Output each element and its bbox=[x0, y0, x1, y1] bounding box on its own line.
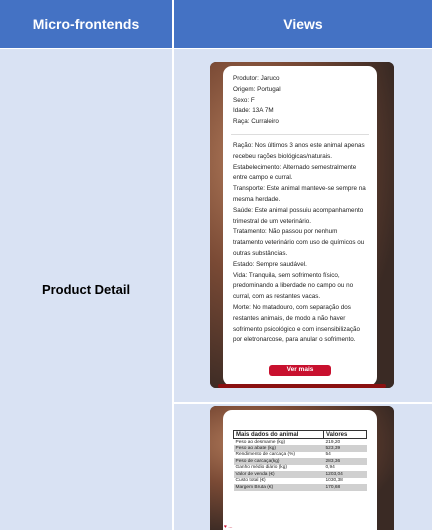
table-row: Margem Bruta (€) 170,68 bbox=[233, 484, 367, 491]
paragraph-tratamento: Tratamento: Não passou por nenhum tratam… bbox=[233, 228, 365, 257]
row-label-cell: Product Detail bbox=[0, 49, 173, 530]
product-detail-card: Produtor: Jaruco Origem: Portugal Sexo: … bbox=[223, 66, 377, 386]
view-cell-more-data: Mais dados do animal Valores Peso ao des… bbox=[174, 404, 432, 530]
table-header-value: Valores bbox=[323, 430, 367, 439]
more-data-card: Mais dados do animal Valores Peso ao des… bbox=[223, 410, 377, 530]
ver-mais-button[interactable]: Ver mais bbox=[269, 365, 331, 376]
phone-screenshot-detail: Produtor: Jaruco Origem: Portugal Sexo: … bbox=[210, 62, 394, 388]
header-micro-frontends: Micro-frontends bbox=[0, 0, 173, 48]
field-sexo: Sexo: F bbox=[233, 96, 255, 104]
button-wrap: Ver mais bbox=[223, 365, 377, 376]
partial-footer-text: ♥ ... bbox=[224, 524, 233, 530]
view-cell-product-detail: Produtor: Jaruco Origem: Portugal Sexo: … bbox=[174, 49, 432, 402]
field-idade: Idade: 13A 7M bbox=[233, 107, 274, 115]
paragraph-transporte: Transporte: Este animal manteve-se sempr… bbox=[233, 185, 366, 203]
field-produtor: Produtor: Jaruco bbox=[233, 75, 280, 82]
paragraph-vida: Vida: Tranquila, sem sofrimento físico, … bbox=[233, 271, 354, 301]
more-data-table: Mais dados do animal Valores Peso ao des… bbox=[233, 430, 367, 491]
table-header-label: Mais dados do animal bbox=[233, 430, 324, 439]
row-label: Margem Bruta (€) bbox=[233, 484, 324, 491]
phone-bottom-bar bbox=[218, 384, 386, 388]
paragraph-estabelecimento: Estabelecimento: Alternado semestralment… bbox=[233, 163, 357, 182]
paragraph-saude: Saúde: Este animal possuiu acompanhament… bbox=[233, 206, 364, 225]
field-raca: Raça: Curraleiro bbox=[233, 118, 279, 126]
comparison-table: Micro-frontends Views Product Detail Pro… bbox=[0, 0, 432, 530]
card-divider bbox=[231, 133, 369, 135]
field-origem: Origem: Portugal bbox=[233, 85, 281, 93]
row-label-product-detail: Product Detail bbox=[41, 282, 131, 297]
paragraph-racao: Ração: Nos últimos 3 anos este animal ap… bbox=[233, 141, 365, 160]
row-value: 170,68 bbox=[323, 484, 367, 491]
paragraph-estado: Estado: Sempre saudável. bbox=[233, 260, 307, 268]
paragraph-morte: Morte: No matadouro, com separação dos r… bbox=[233, 303, 361, 344]
phone-screenshot-more-data: Mais dados do animal Valores Peso ao des… bbox=[210, 406, 394, 530]
header-views: Views bbox=[174, 0, 432, 48]
